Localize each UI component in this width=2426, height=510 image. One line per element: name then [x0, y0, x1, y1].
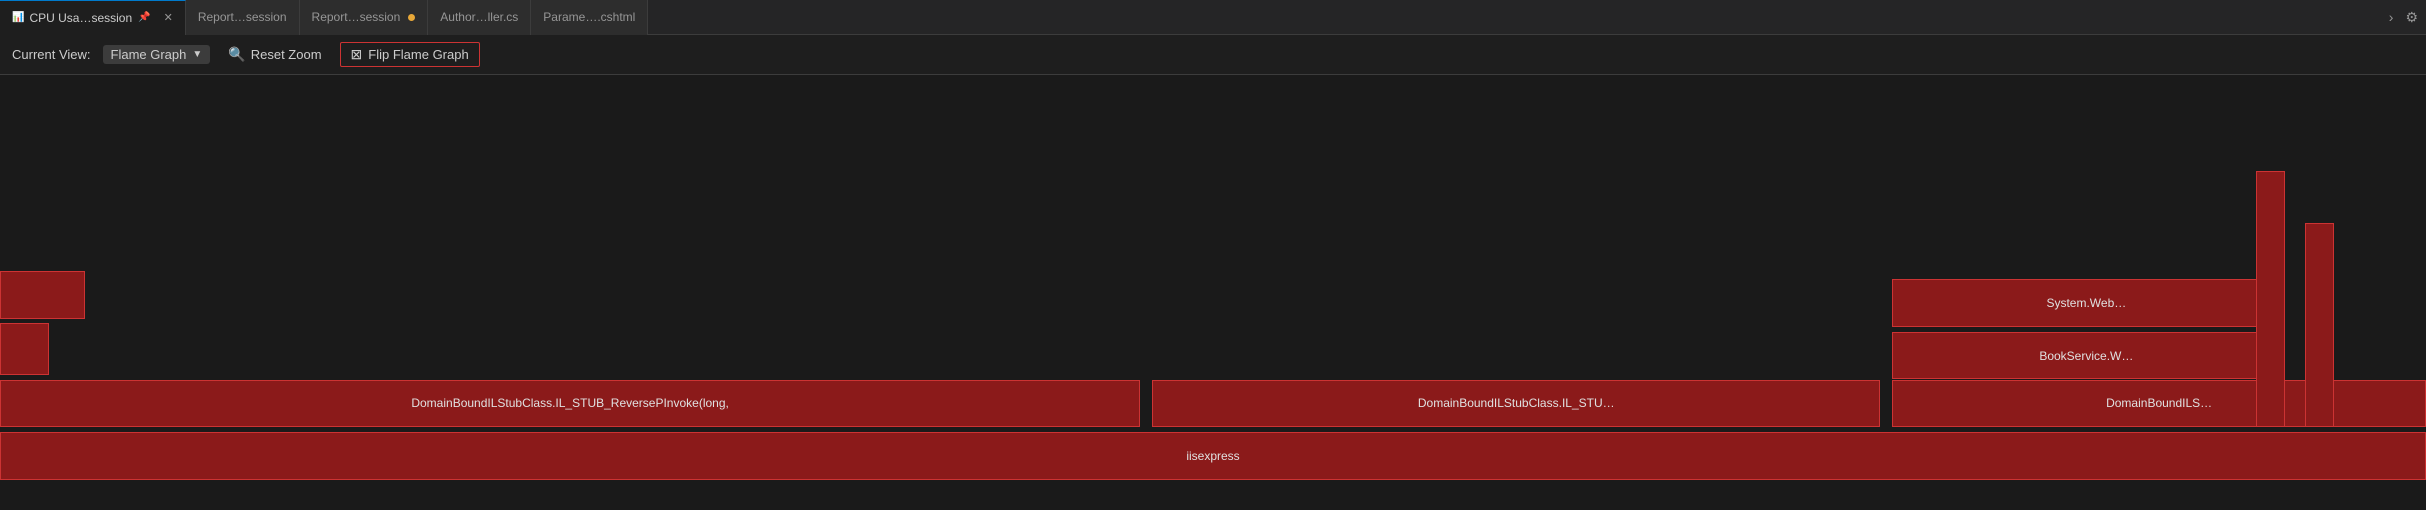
- tab-label-report2: Report…session: [312, 10, 401, 24]
- bar-systemweb-label: System.Web…: [2046, 296, 2126, 310]
- view-select-text: Flame Graph: [111, 47, 187, 62]
- tab-overflow-button[interactable]: ›: [2385, 7, 2398, 27]
- tab-dot-report2: [408, 14, 415, 21]
- reset-zoom-button[interactable]: 🔍 Reset Zoom: [222, 44, 327, 65]
- bar-domain1[interactable]: DomainBoundILStubClass.IL_STUB_ReversePI…: [0, 380, 1140, 428]
- tab-icon-cpu: 📊: [12, 12, 24, 23]
- bar-domain3-label: DomainBoundILS…: [2106, 396, 2212, 410]
- flip-flame-graph-button[interactable]: ⊠ Flip Flame Graph: [340, 42, 480, 67]
- pin-icon: 📌: [138, 12, 150, 23]
- bar-tall2[interactable]: [2305, 223, 2334, 427]
- tab-report1[interactable]: Report…session: [186, 0, 300, 35]
- flame-graph-area: iisexpress DomainBoundILStubClass.IL_STU…: [0, 75, 2426, 510]
- tab-bar: 📊 CPU Usa…session 📌 ✕ Report…session Rep…: [0, 0, 2426, 35]
- tab-label-report1: Report…session: [198, 10, 287, 24]
- tab-actions: › ⚙: [2385, 7, 2426, 28]
- tab-report2[interactable]: Report…session: [300, 0, 429, 35]
- bar-bookservice[interactable]: BookService.W…: [1892, 332, 2280, 380]
- current-view-label: Current View:: [12, 47, 91, 62]
- flip-icon: ⊠: [351, 46, 363, 63]
- view-select[interactable]: Flame Graph ▼: [103, 45, 211, 64]
- bar-domain2[interactable]: DomainBoundILStubClass.IL_STU…: [1152, 380, 1880, 428]
- tab-label-parame: Parame….cshtml: [543, 10, 635, 24]
- tab-parame[interactable]: Parame….cshtml: [531, 0, 648, 35]
- bar-systemweb[interactable]: System.Web…: [1892, 279, 2280, 327]
- bar-small2[interactable]: [0, 323, 49, 375]
- toolbar: Current View: Flame Graph ▼ 🔍 Reset Zoom…: [0, 35, 2426, 75]
- bar-bookservice-label: BookService.W…: [2039, 349, 2133, 363]
- tab-close-cpu[interactable]: ✕: [164, 11, 173, 24]
- bar-iisexpress[interactable]: iisexpress: [0, 432, 2426, 480]
- tab-label-author: Author…ller.cs: [440, 10, 518, 24]
- tab-author[interactable]: Author…ller.cs: [428, 0, 531, 35]
- tab-cpu-session[interactable]: 📊 CPU Usa…session 📌 ✕: [0, 0, 186, 35]
- bar-iisexpress-label: iisexpress: [1186, 449, 1239, 463]
- zoom-icon: 🔍: [228, 46, 245, 63]
- bar-domain2-label: DomainBoundILStubClass.IL_STU…: [1418, 396, 1615, 410]
- tab-settings-button[interactable]: ⚙: [2401, 7, 2422, 28]
- bar-small1[interactable]: [0, 271, 85, 319]
- bar-domain3[interactable]: DomainBoundILS…: [1892, 380, 2426, 428]
- chevron-down-icon: ▼: [192, 49, 202, 60]
- reset-zoom-label: Reset Zoom: [251, 47, 322, 62]
- bar-tall1[interactable]: [2256, 171, 2285, 428]
- flip-flame-graph-label: Flip Flame Graph: [368, 47, 468, 62]
- bar-domain1-label: DomainBoundILStubClass.IL_STUB_ReversePI…: [411, 396, 729, 410]
- tab-label-cpu: CPU Usa…session: [29, 11, 132, 25]
